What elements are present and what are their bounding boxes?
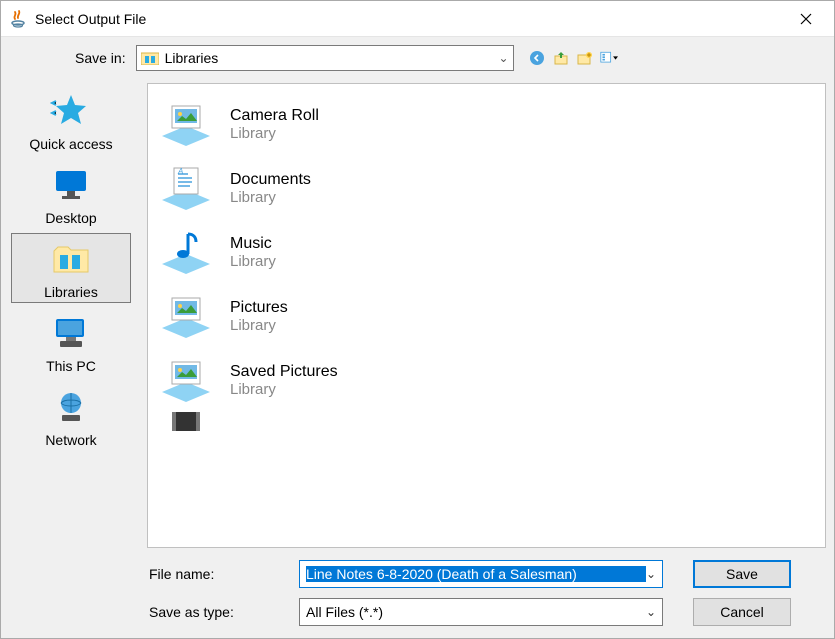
list-item[interactable]: Camera Roll Library <box>152 92 821 156</box>
sidebar-item-label: Quick access <box>29 136 112 152</box>
save-in-combo[interactable]: Libraries ⌄ <box>136 45 514 71</box>
list-item[interactable]: Pictures Library <box>152 284 821 348</box>
cancel-button[interactable]: Cancel <box>693 598 791 626</box>
main-area: Quick access Desktop Libraries This PC N… <box>1 79 834 552</box>
close-button[interactable] <box>786 5 826 33</box>
list-item[interactable]: Music Library <box>152 220 821 284</box>
file-subtitle: Library <box>230 317 288 334</box>
chevron-down-icon: ⌄ <box>499 51 509 65</box>
svg-text:A: A <box>177 167 183 176</box>
camera-roll-icon <box>158 100 214 148</box>
save-button[interactable]: Save <box>693 560 791 588</box>
toolbar: Save in: Libraries ⌄ <box>1 37 834 79</box>
file-subtitle: Library <box>230 253 276 270</box>
save-as-type-combo[interactable]: All Files (*.*) ⌄ <box>299 598 663 626</box>
file-name: Saved Pictures <box>230 363 338 381</box>
java-icon <box>9 10 27 28</box>
sidebar-item-label: Desktop <box>45 210 96 226</box>
file-subtitle: Library <box>230 189 311 206</box>
sidebar-item-network[interactable]: Network <box>11 381 131 451</box>
pictures-icon <box>158 292 214 340</box>
sidebar-item-this-pc[interactable]: This PC <box>11 307 131 377</box>
file-name: Pictures <box>230 299 288 317</box>
bottom-panel: File name: Line Notes 6-8-2020 (Death of… <box>1 552 834 638</box>
sidebar-item-libraries[interactable]: Libraries <box>11 233 131 303</box>
save-in-value: Libraries <box>165 50 499 66</box>
list-item[interactable]: Saved Pictures Library <box>152 348 821 412</box>
libraries-icon <box>141 51 159 65</box>
toolbar-icons <box>528 49 618 67</box>
this-pc-icon <box>47 314 95 354</box>
sidebar-item-quick-access[interactable]: Quick access <box>11 85 131 155</box>
content-wrap: Camera Roll Library A Documents Library … <box>141 79 834 552</box>
file-subtitle: Library <box>230 381 338 398</box>
music-icon <box>158 228 214 276</box>
saved-pictures-icon <box>158 356 214 404</box>
save-as-type-value: All Files (*.*) <box>306 604 646 620</box>
sidebar-item-label: Network <box>45 432 96 448</box>
new-folder-icon[interactable] <box>576 49 594 67</box>
file-name: Music <box>230 235 276 253</box>
chevron-down-icon: ⌄ <box>646 605 656 619</box>
documents-icon: A <box>158 164 214 212</box>
title-bar: Select Output File <box>1 1 834 37</box>
filename-label: File name: <box>149 566 299 582</box>
filename-input[interactable]: Line Notes 6-8-2020 (Death of a Salesman… <box>299 560 663 588</box>
sidebar-item-label: This PC <box>46 358 96 374</box>
filename-value: Line Notes 6-8-2020 (Death of a Salesman… <box>306 566 646 582</box>
places-bar: Quick access Desktop Libraries This PC N… <box>1 79 141 552</box>
save-in-label: Save in: <box>75 50 126 66</box>
file-name: Documents <box>230 171 311 189</box>
up-icon[interactable] <box>552 49 570 67</box>
network-icon <box>47 388 95 428</box>
desktop-icon <box>47 166 95 206</box>
list-item[interactable]: A Documents Library <box>152 156 821 220</box>
view-menu-icon[interactable] <box>600 49 618 67</box>
sidebar-item-desktop[interactable]: Desktop <box>11 159 131 229</box>
window-title: Select Output File <box>35 11 786 27</box>
quick-access-icon <box>47 92 95 132</box>
file-subtitle: Library <box>230 125 319 142</box>
sidebar-item-label: Libraries <box>44 284 98 300</box>
file-list[interactable]: Camera Roll Library A Documents Library … <box>147 83 826 548</box>
list-item-partial[interactable] <box>152 412 821 442</box>
back-icon[interactable] <box>528 49 546 67</box>
file-name: Camera Roll <box>230 107 319 125</box>
chevron-down-icon: ⌄ <box>646 567 656 581</box>
save-as-type-label: Save as type: <box>149 604 299 620</box>
libraries-folder-icon <box>47 240 95 280</box>
video-icon <box>158 412 214 442</box>
